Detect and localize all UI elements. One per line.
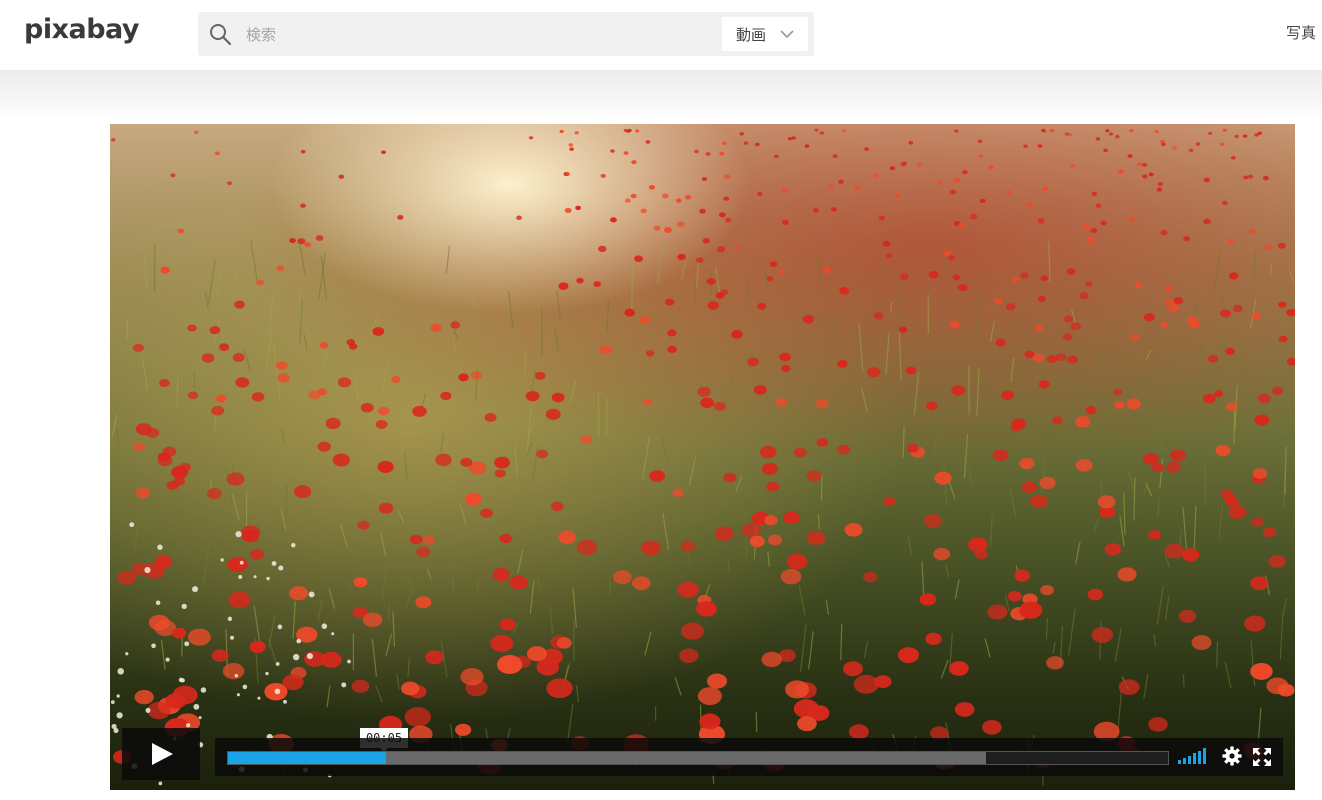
control-bar: [215, 738, 1283, 776]
play-button[interactable]: [122, 728, 200, 780]
volume-icon[interactable]: [1178, 748, 1208, 764]
nav-photos-link[interactable]: 写真: [1286, 22, 1316, 43]
player-controls: 00:05: [110, 124, 1295, 790]
search-bar: 動画: [198, 12, 814, 56]
fullscreen-icon[interactable]: [1253, 748, 1271, 766]
media-type-label: 動画: [736, 26, 767, 44]
video-player[interactable]: 00:05: [110, 124, 1295, 790]
header-shadow: [0, 70, 1322, 122]
played-progress: [228, 752, 386, 764]
progress-track[interactable]: [227, 751, 1169, 765]
media-type-select[interactable]: 動画: [722, 17, 808, 51]
search-icon[interactable]: [208, 22, 232, 46]
gear-icon[interactable]: [1222, 746, 1242, 766]
search-input[interactable]: [244, 20, 708, 50]
play-icon: [152, 743, 173, 765]
chevron-down-icon: [780, 30, 794, 39]
site-header: pixabay 動画 写真: [0, 0, 1322, 70]
pixabay-logo[interactable]: pixabay: [24, 14, 140, 45]
